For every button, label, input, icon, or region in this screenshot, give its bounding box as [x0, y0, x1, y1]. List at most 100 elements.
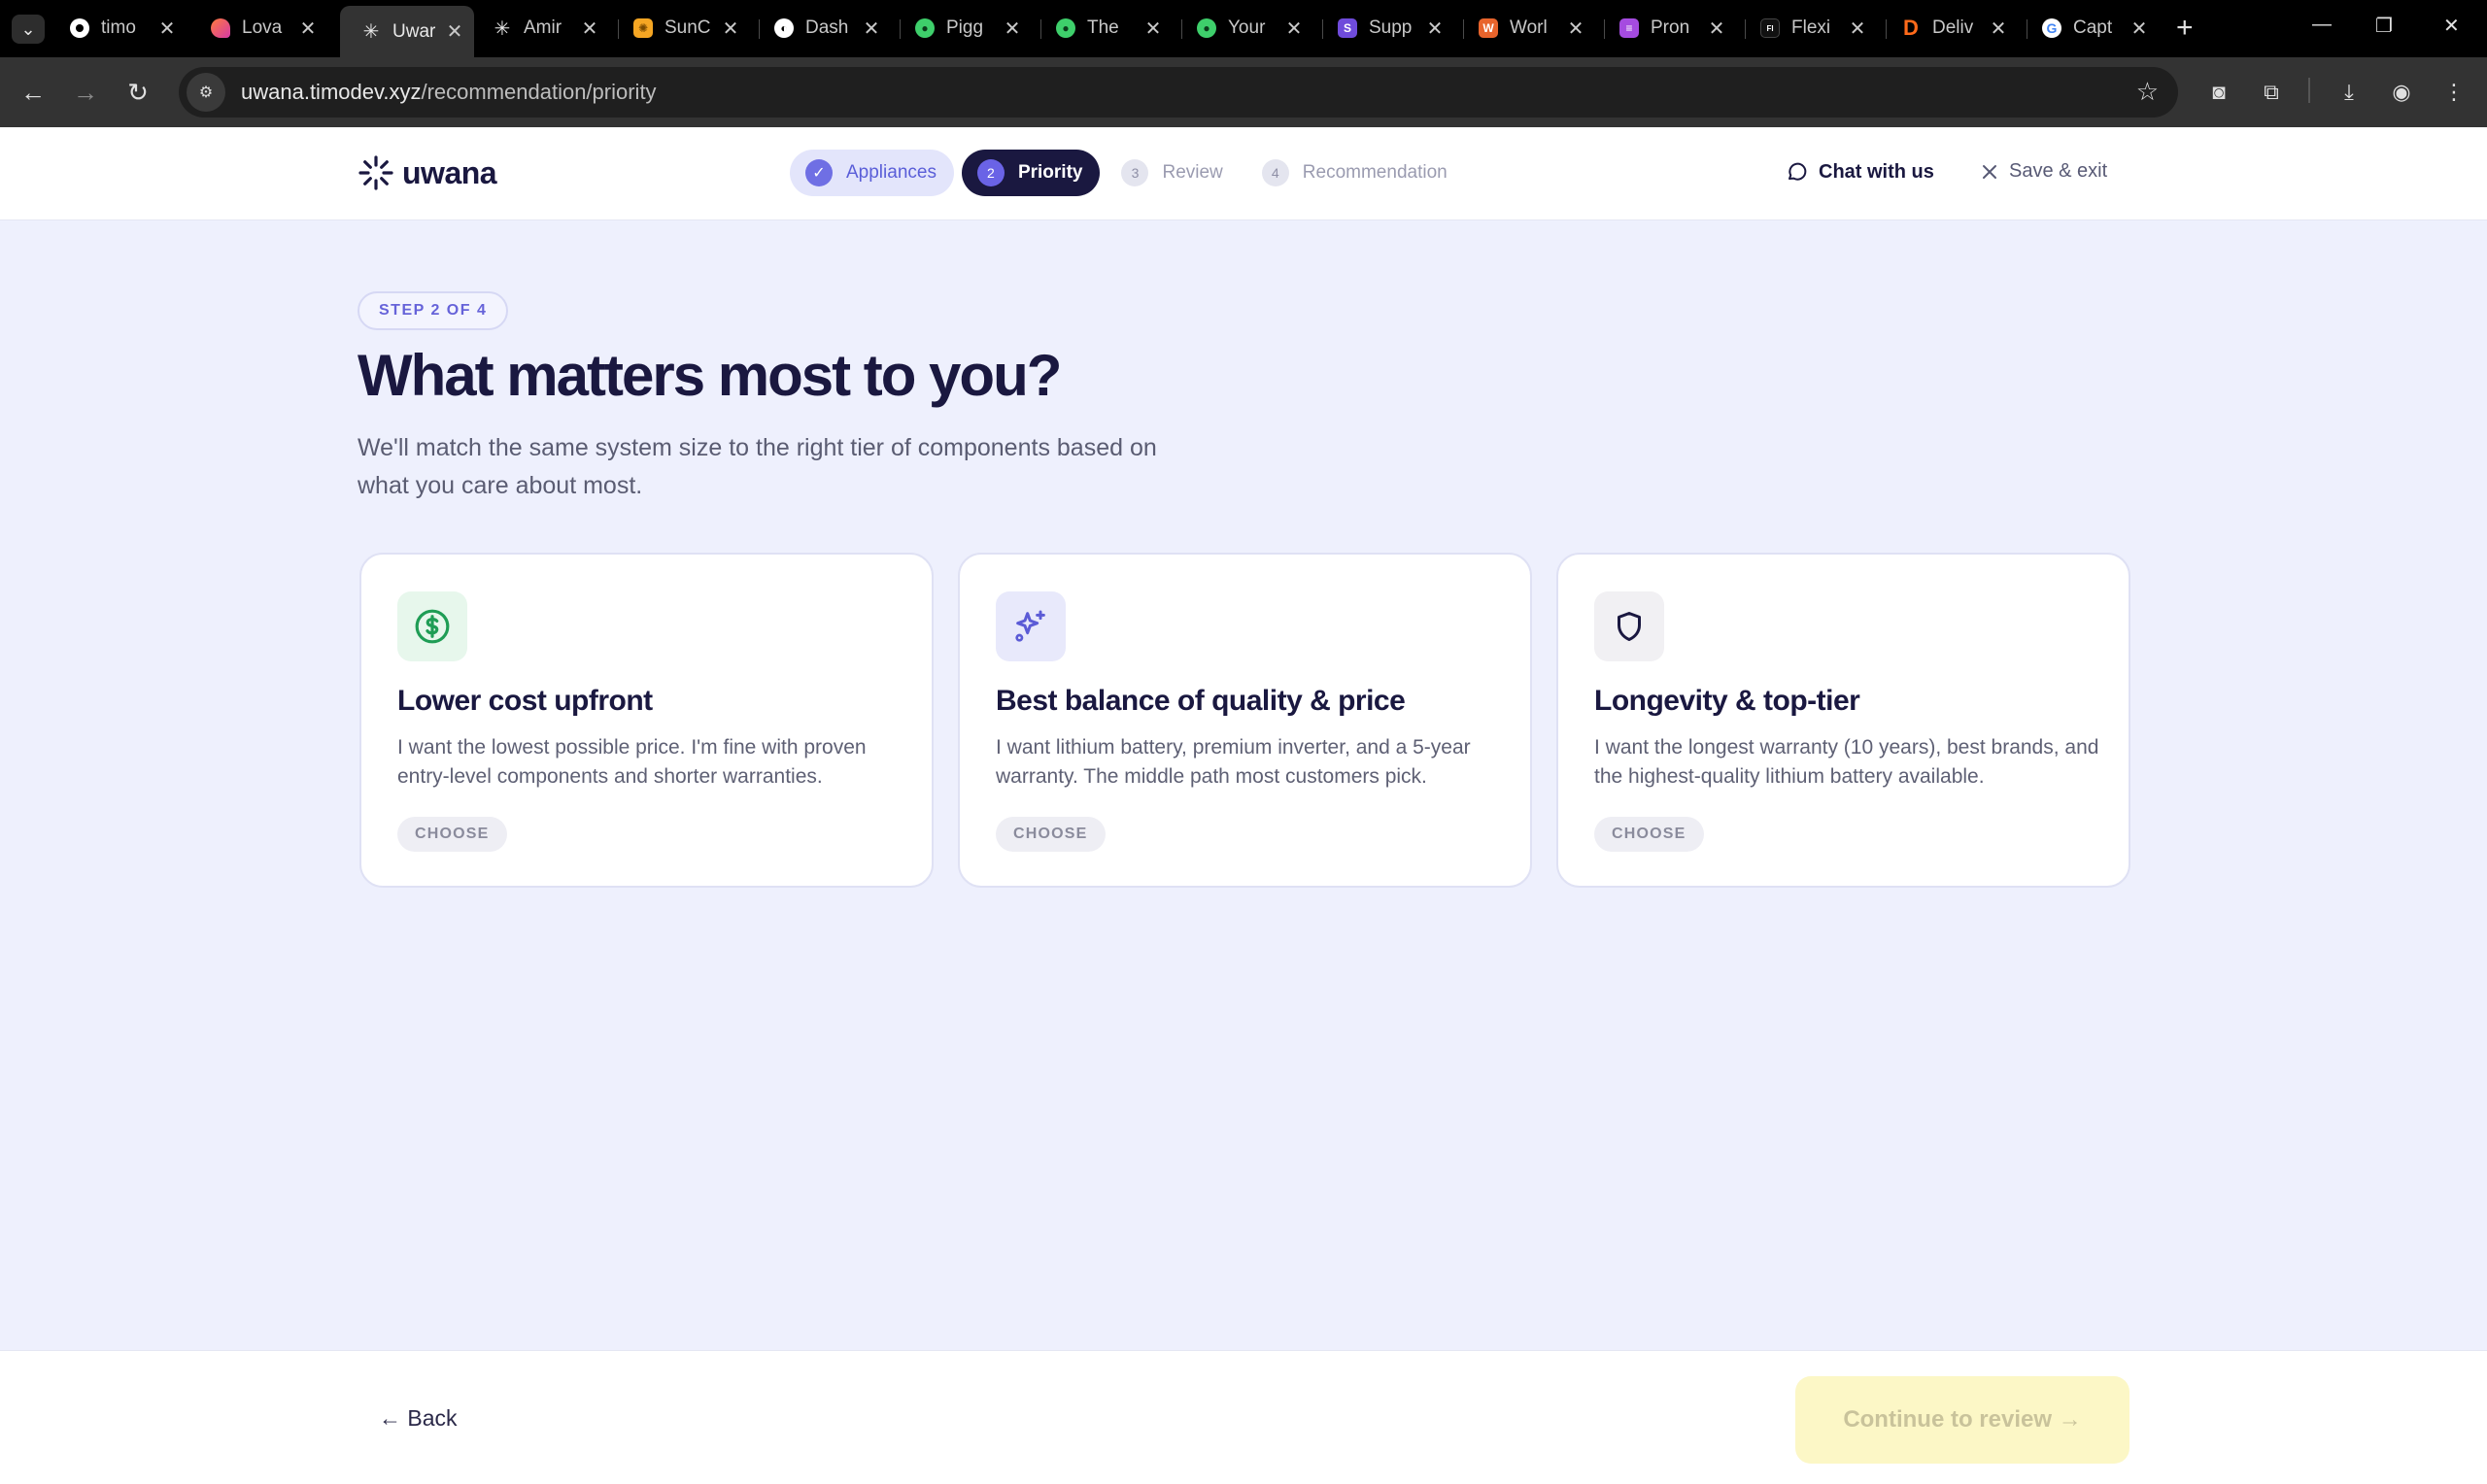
- choose-button[interactable]: CHOOSE: [996, 817, 1106, 852]
- browser-tab[interactable]: ● Your ✕: [1175, 6, 1313, 51]
- back-button[interactable]: ← Back: [379, 1405, 458, 1432]
- uwana-favicon: ✳: [362, 21, 380, 43]
- browser-tab[interactable]: ◐ Dash ✕: [753, 6, 891, 51]
- step-number: 3: [1121, 159, 1149, 186]
- browser-tab[interactable]: ✳ Amir ✕: [471, 6, 609, 51]
- save-exit-button[interactable]: Save & exit: [1980, 160, 2107, 183]
- download-icon[interactable]: ⤓: [2332, 75, 2367, 110]
- step-recommendation: 4 Recommendation: [1246, 150, 1465, 196]
- tab-close-icon[interactable]: ✕: [1284, 17, 1304, 41]
- card-icon-box: [1594, 591, 1664, 661]
- new-tab-button[interactable]: +: [2176, 12, 2194, 45]
- wizard-footer: ← Back Continue to review →: [0, 1350, 2487, 1484]
- back-arrow-icon[interactable]: ←: [16, 75, 51, 110]
- screenshot-icon[interactable]: ◙: [2201, 75, 2236, 110]
- extensions-icon[interactable]: ⧉: [2254, 75, 2289, 110]
- tab-close-icon[interactable]: ✕: [1566, 17, 1585, 41]
- tab-favicon: ≡: [1619, 18, 1639, 38]
- card-icon-box: [397, 591, 467, 661]
- step-number: 4: [1261, 159, 1289, 186]
- uwana-logo[interactable]: uwana: [358, 154, 497, 191]
- forward-arrow-icon[interactable]: →: [68, 75, 103, 110]
- tab-close-icon[interactable]: ✕: [862, 17, 881, 41]
- sun-logo-icon: [358, 155, 393, 190]
- browser-tab[interactable]: ● The ✕: [1035, 6, 1173, 51]
- page-title: What matters most to you?: [358, 343, 1062, 408]
- tab-close-icon[interactable]: ✕: [1143, 17, 1163, 41]
- chat-with-us-button[interactable]: Chat with us: [1786, 160, 1934, 184]
- priority-card-balance[interactable]: Best balance of quality & price I want l…: [958, 553, 1532, 888]
- tab-close-icon[interactable]: ✕: [1848, 17, 1867, 41]
- step-number: 2: [976, 159, 1005, 186]
- save-exit-label: Save & exit: [2009, 160, 2108, 182]
- tab-title: Deliv: [1932, 17, 1974, 38]
- toolbar-divider: [2308, 78, 2310, 103]
- browser-tab[interactable]: Lova ✕: [189, 6, 327, 51]
- browser-tab[interactable]: ≡ Pron ✕: [1598, 6, 1736, 51]
- close-icon: [1983, 164, 1996, 179]
- browser-tab[interactable]: ✺ SunC ✕: [612, 6, 750, 51]
- priority-card-lower-cost[interactable]: Lower cost upfront I want the lowest pos…: [359, 553, 934, 888]
- site-info-icon[interactable]: ⚙: [187, 73, 225, 112]
- tab-close-icon[interactable]: ✕: [445, 19, 464, 44]
- browser-tab[interactable]: timo ✕: [49, 6, 187, 51]
- tab-title: Worl: [1510, 17, 1548, 38]
- browser-tab-bar: ⌄ timo ✕ Lova ✕ ✳ Uwar ✕ ✳ Amir ✕ ✺ SunC…: [0, 0, 2487, 57]
- tab-title: SunC: [664, 17, 711, 38]
- browser-tab[interactable]: W Worl ✕: [1457, 6, 1595, 51]
- tab-close-icon[interactable]: ✕: [1425, 17, 1445, 41]
- tab-title: Supp: [1369, 17, 1413, 38]
- check-icon: ✓: [805, 159, 833, 186]
- choose-button[interactable]: CHOOSE: [397, 817, 507, 852]
- sparkles-icon: [1015, 610, 1045, 642]
- browser-tab[interactable]: ● Pigg ✕: [894, 6, 1032, 51]
- tab-close-icon[interactable]: ✕: [1003, 17, 1022, 41]
- url-path: /recommendation/priority: [421, 80, 657, 104]
- tab-title: The: [1087, 17, 1119, 38]
- minimize-icon[interactable]: —: [2312, 14, 2332, 36]
- tab-favicon: [211, 18, 230, 38]
- url-text[interactable]: uwana.timodev.xyz/recommendation/priorit…: [241, 80, 657, 105]
- step-priority[interactable]: 2 Priority: [961, 150, 1101, 196]
- browser-tab[interactable]: D Deliv ✕: [1880, 6, 2018, 51]
- tab-close-icon[interactable]: ✕: [157, 17, 177, 41]
- step-label: Appliances: [846, 162, 937, 183]
- restore-icon[interactable]: ❐: [2375, 14, 2393, 38]
- tab-favicon: D: [1903, 16, 1919, 40]
- tab-close-icon[interactable]: ✕: [580, 17, 599, 41]
- step-appliances[interactable]: ✓ Appliances: [790, 150, 954, 196]
- browser-menu-icon[interactable]: ⋮: [2436, 75, 2471, 110]
- priority-card-longevity[interactable]: Longevity & top-tier I want the longest …: [1556, 553, 2130, 888]
- window-close-icon[interactable]: ✕: [2443, 14, 2460, 38]
- browser-tab[interactable]: S Supp ✕: [1316, 6, 1454, 51]
- tab-favicon: ✳: [494, 17, 511, 40]
- step-label: Priority: [1017, 162, 1083, 183]
- tab-close-icon[interactable]: ✕: [721, 17, 740, 41]
- tab-close-icon[interactable]: ✕: [1707, 17, 1726, 41]
- step-label: Review: [1162, 162, 1223, 183]
- browser-tab-active[interactable]: ✳ Uwar ✕: [340, 6, 474, 57]
- bookmark-star-icon[interactable]: ☆: [2136, 77, 2159, 107]
- card-description: I want the longest warranty (10 years), …: [1594, 736, 2099, 788]
- profile-icon[interactable]: ◉: [2384, 75, 2419, 110]
- app-header: uwana ✓ Appliances 2 Priority 3 Review 4…: [0, 127, 2487, 220]
- step-badge: STEP 2 OF 4: [358, 291, 509, 330]
- tab-close-icon[interactable]: ✕: [2129, 17, 2149, 41]
- browser-tab[interactable]: G Capt ✕: [2021, 6, 2159, 51]
- tab-title: Amir: [524, 17, 562, 38]
- browser-toolbar: ← → ↻ ⚙ uwana.timodev.xyz/recommendation…: [0, 57, 2487, 127]
- tab-favicon: ✺: [633, 18, 653, 38]
- tab-search-button[interactable]: ⌄: [12, 15, 45, 44]
- choose-button[interactable]: CHOOSE: [1594, 817, 1704, 852]
- step-review: 3 Review: [1106, 150, 1240, 196]
- tab-close-icon[interactable]: ✕: [1989, 17, 2008, 41]
- tab-close-icon[interactable]: ✕: [298, 17, 318, 41]
- browser-tab[interactable]: Fl Flexi ✕: [1739, 6, 1877, 51]
- progress-stepper: ✓ Appliances 2 Priority 3 Review 4 Recom…: [790, 150, 1465, 196]
- tab-title: Flexi: [1791, 17, 1831, 38]
- card-title: Longevity & top-tier: [1594, 685, 1860, 717]
- reload-icon[interactable]: ↻: [120, 75, 155, 110]
- address-bar[interactable]: ⚙ uwana.timodev.xyz/recommendation/prior…: [179, 67, 2178, 118]
- continue-to-review-button[interactable]: Continue to review →: [1795, 1376, 2129, 1464]
- tab-title: Pigg: [946, 17, 984, 38]
